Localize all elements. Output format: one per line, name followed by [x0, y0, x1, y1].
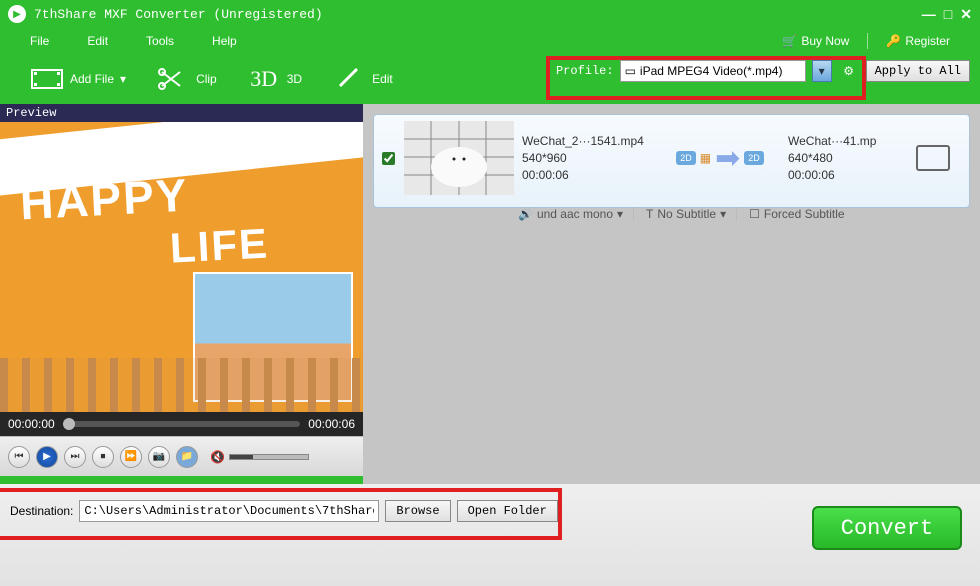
step-button[interactable]: ⏩ — [120, 446, 142, 468]
filmstrip-icon — [30, 66, 64, 92]
title-bar: ▶ 7thShare MXF Converter (Unregistered) … — [0, 0, 980, 28]
register-label: Register — [905, 34, 950, 48]
main-area: Preview HAPPY LIFE 00:00:00 00:00:06 ⏮ ▶… — [0, 104, 980, 484]
cart-icon: 🛒 — [782, 34, 797, 48]
preview-title: Preview — [0, 104, 363, 122]
grid-icon: ▦ — [700, 151, 711, 165]
subtitle-label: No Subtitle — [657, 207, 716, 221]
folder-button[interactable]: 📁 — [176, 446, 198, 468]
time-current: 00:00:00 — [8, 417, 55, 431]
profile-dropdown-button[interactable]: ▾ — [812, 60, 832, 82]
audio-track-label: und aac mono — [537, 207, 613, 221]
menu-tools[interactable]: Tools — [146, 34, 174, 48]
player-controls: ⏮ ▶ ⏭ ⏹ ⏩ 📷 📁 🔇 — [0, 436, 363, 476]
play-button[interactable]: ▶ — [36, 446, 58, 468]
add-file-button[interactable]: Add File ▾ — [30, 66, 126, 92]
bottom-bar: Destination: Browse Open Folder Convert — [0, 484, 980, 586]
speaker-icon: 🔊 — [518, 207, 533, 221]
toolbar: Add File ▾ Clip 3D 3D Edit Profile: ▭ iP… — [0, 54, 980, 104]
file-item[interactable]: WeChat_2···1541.mp4 540*960 00:00:06 2D … — [373, 114, 970, 208]
menu-edit[interactable]: Edit — [87, 34, 108, 48]
preview-video[interactable]: HAPPY LIFE — [0, 122, 363, 412]
target-device-icon[interactable] — [916, 145, 950, 171]
file-thumbnail[interactable] — [404, 121, 514, 195]
time-total: 00:00:06 — [308, 417, 355, 431]
wand-icon — [332, 66, 366, 92]
profile-value: iPad MPEG4 Video(*.mp4) — [640, 64, 783, 78]
file-checkbox[interactable] — [382, 121, 396, 195]
buy-now-label: Buy Now — [801, 34, 849, 48]
caret-down-icon: ▾ — [617, 207, 623, 221]
mute-icon[interactable]: 🔇 — [210, 450, 225, 464]
preview-panel: Preview HAPPY LIFE 00:00:00 00:00:06 ⏮ ▶… — [0, 104, 363, 484]
timeline-knob[interactable] — [63, 418, 75, 430]
dest-filename: WeChat···41.mp — [788, 134, 908, 148]
menu-help[interactable]: Help — [212, 34, 237, 48]
minimize-icon[interactable]: — — [922, 6, 936, 22]
open-folder-button[interactable]: Open Folder — [457, 500, 558, 522]
key-icon: 🔑 — [886, 34, 901, 48]
separator — [0, 476, 363, 484]
convert-button[interactable]: Convert — [812, 506, 962, 550]
3d-button[interactable]: 3D 3D — [247, 66, 302, 92]
timeline-track[interactable] — [63, 421, 301, 427]
conversion-arrow: 2D ▦ ➡ 2D — [660, 121, 780, 195]
file-list: WeChat_2···1541.mp4 540*960 00:00:06 2D … — [363, 104, 980, 484]
next-button[interactable]: ⏭ — [64, 446, 86, 468]
maximize-icon[interactable]: □ — [944, 6, 952, 22]
timeline[interactable]: 00:00:00 00:00:06 — [0, 412, 363, 436]
snapshot-button[interactable]: 📷 — [148, 446, 170, 468]
destination-label: Destination: — [10, 504, 73, 518]
3d-label: 3D — [287, 72, 302, 86]
browse-button[interactable]: Browse — [385, 500, 450, 522]
checkbox-icon: ☐ — [749, 207, 760, 221]
window-title: 7thShare MXF Converter (Unregistered) — [34, 7, 323, 22]
source-resolution: 540*960 — [522, 151, 652, 165]
close-icon[interactable]: ✕ — [960, 6, 972, 23]
dest-info: WeChat···41.mp 640*480 00:00:06 — [788, 121, 908, 195]
arrow-right-icon: ➡ — [715, 141, 740, 176]
dest-resolution: 640*480 — [788, 151, 908, 165]
profile-label: Profile: — [556, 64, 614, 78]
source-filename: WeChat_2···1541.mp4 — [522, 134, 652, 148]
badge-2d-src: 2D — [676, 151, 696, 165]
badge-2d-dst: 2D — [744, 151, 764, 165]
apply-to-all-button[interactable]: Apply to All — [866, 60, 970, 82]
caret-down-icon: ▾ — [720, 207, 726, 221]
profile-settings-icon[interactable]: ⚙ — [838, 64, 860, 78]
clip-button[interactable]: Clip — [156, 66, 217, 92]
add-file-label: Add File — [70, 72, 114, 86]
forced-subtitle-label: Forced Subtitle — [764, 207, 845, 221]
source-duration: 00:00:06 — [522, 168, 652, 182]
source-info: WeChat_2···1541.mp4 540*960 00:00:06 — [522, 121, 652, 195]
app-logo-icon: ▶ — [8, 5, 26, 23]
profile-area: Profile: ▭ iPad MPEG4 Video(*.mp4) ▾ ⚙ A… — [556, 60, 970, 82]
destination-input[interactable] — [79, 500, 379, 522]
subtitle-button[interactable]: T No Subtitle ▾ — [646, 207, 737, 221]
volume-slider[interactable] — [229, 454, 309, 460]
prev-button[interactable]: ⏮ — [8, 446, 30, 468]
audio-track-button[interactable]: 🔊 und aac mono ▾ — [518, 207, 634, 221]
buy-now-link[interactable]: 🛒 Buy Now — [782, 34, 849, 48]
dest-duration: 00:00:06 — [788, 168, 908, 182]
stop-button[interactable]: ⏹ — [92, 446, 114, 468]
three-d-icon: 3D — [247, 66, 281, 92]
register-link[interactable]: 🔑 Register — [886, 34, 950, 48]
divider — [867, 33, 868, 49]
edit-button[interactable]: Edit — [332, 66, 393, 92]
device-icon: ▭ — [625, 64, 636, 78]
profile-select[interactable]: ▭ iPad MPEG4 Video(*.mp4) — [620, 60, 806, 82]
forced-subtitle-toggle[interactable]: ☐ Forced Subtitle — [749, 207, 854, 221]
preview-text-happy: HAPPY — [19, 168, 190, 231]
edit-label: Edit — [372, 72, 393, 86]
text-icon: T — [646, 207, 653, 221]
clip-label: Clip — [196, 72, 217, 86]
scissors-icon — [156, 66, 190, 92]
preview-text-life: LIFE — [169, 219, 270, 272]
menu-bar: File Edit Tools Help 🛒 Buy Now 🔑 Registe… — [0, 28, 980, 54]
menu-file[interactable]: File — [30, 34, 49, 48]
dropdown-caret-icon: ▾ — [120, 72, 126, 86]
